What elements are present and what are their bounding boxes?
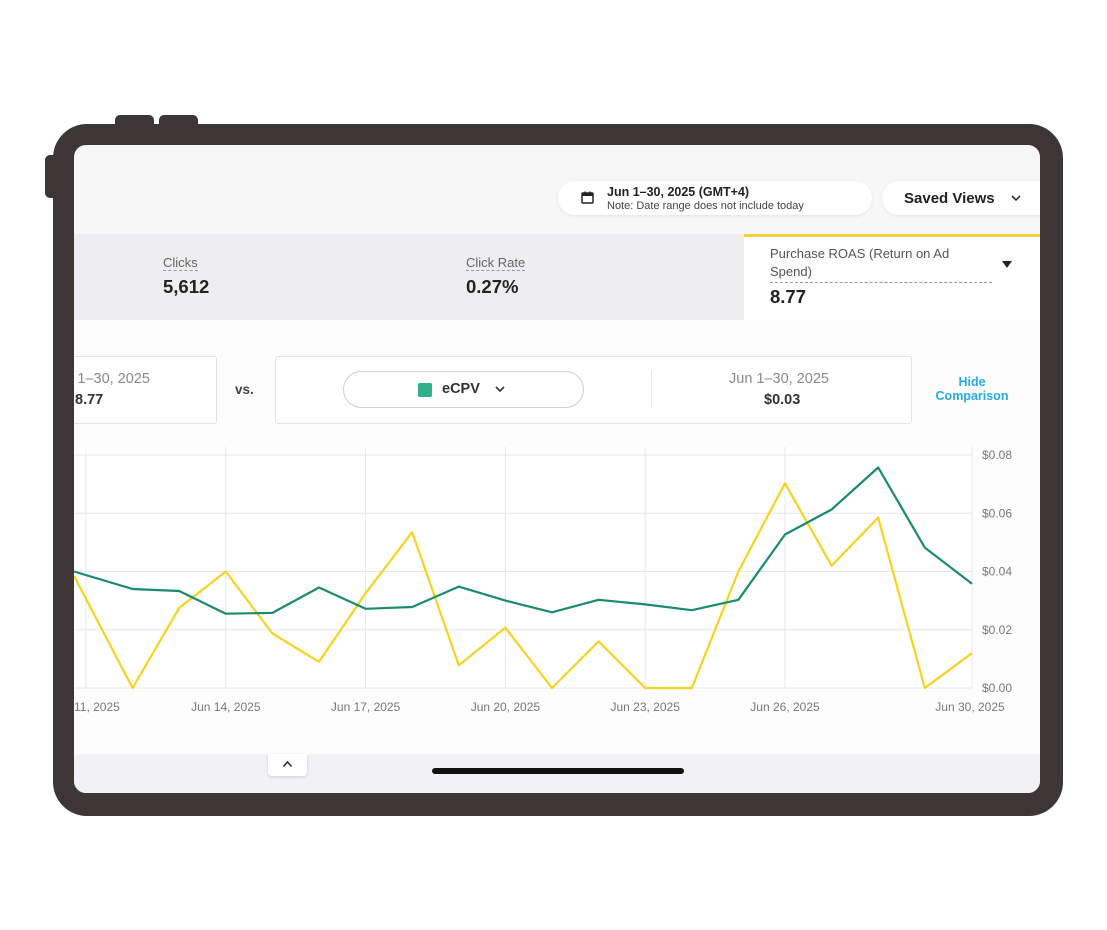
tablet-screen: Jun 1–30, 2025 (GMT+4) Note: Date range … [74,145,1040,793]
y-tick-label: $0.08 [982,448,1012,462]
x-tick-label: 11, 2025 [74,700,120,714]
metric-card-purchase-roas[interactable]: Purchase ROAS (Return on Ad Spend) 8.77 [744,234,1040,320]
metric-label-purchase-roas[interactable]: Purchase ROAS (Return on Ad Spend) [770,245,992,283]
metric-value-click-rate: 0.27% [466,276,519,297]
metric-label-click-rate[interactable]: Click Rate [466,255,526,271]
x-tick-label: Jun 14, 2025 [191,700,261,714]
metric-value-purchase-roas: 8.77 [770,286,807,307]
date-range-text: Jun 1–30, 2025 (GMT+4) [607,185,750,199]
y-tick-label: $0.00 [982,681,1012,695]
metrics-strip: Clicks 5,612 Click Rate 0.27% [74,234,744,320]
x-tick-label: Jun 17, 2025 [331,700,401,714]
y-tick-label: $0.02 [982,623,1012,637]
x-tick-label: Jun 20, 2025 [471,700,541,714]
x-tick-label: Jun 23, 2025 [610,700,680,714]
x-tick-label: Jun 26, 2025 [750,700,820,714]
chevron-up-icon [282,760,293,768]
metric-value-clicks: 5,612 [163,276,210,297]
saved-views-label: Saved Views [904,190,995,207]
date-range-note: Note: Date range does not include today [607,200,804,212]
comparison-chart-panel: Jun 1–30, 2025 8.77 vs. eCPV Jun 1–30, 2… [74,320,1040,754]
calendar-icon [581,191,594,204]
saved-views-dropdown[interactable]: Saved Views [882,181,1040,215]
metric-label-clicks[interactable]: Clicks [163,255,198,271]
x-tick-label: Jun 30, 2025 [935,700,1005,714]
y-tick-label: $0.04 [982,565,1012,579]
expand-panel-button[interactable] [268,754,307,776]
caret-down-icon[interactable] [1002,261,1012,268]
y-tick-label: $0.06 [982,506,1012,520]
date-range-picker[interactable]: Jun 1–30, 2025 (GMT+4) Note: Date range … [558,181,872,215]
chevron-down-icon [1011,195,1021,202]
home-indicator [432,768,684,774]
line-chart: $0.00 $0.02 $0.04 $0.06 $0.08 11, 2025 Jun 14,… [74,447,1012,714]
